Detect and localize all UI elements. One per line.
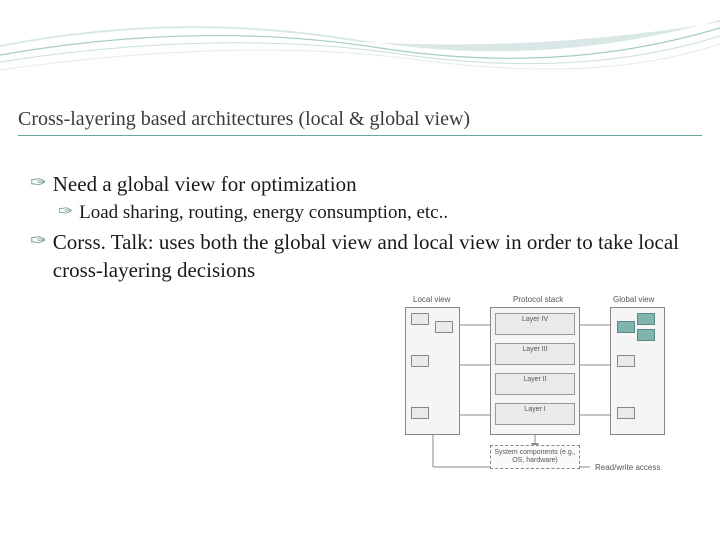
bullet-item: ✑ Load sharing, routing, energy consumpt… — [58, 200, 690, 226]
bullet-text: Load sharing, routing, energy consumptio… — [79, 200, 448, 226]
architecture-diagram: Local view Protocol stack Global view La… — [395, 295, 685, 480]
bullet-item: ✑ Corss. Talk: uses both the global view… — [30, 228, 690, 285]
bullet-marker-icon: ✑ — [58, 200, 73, 223]
slide-title: Cross-layering based architectures (loca… — [18, 108, 702, 136]
header-swoosh — [0, 0, 720, 120]
bullet-item: ✑ Need a global view for optimization — [30, 170, 690, 198]
diagram-footer-label: Read/write access — [595, 463, 660, 472]
bullet-marker-icon: ✑ — [30, 170, 47, 196]
content-area: ✑ Need a global view for optimization ✑ … — [30, 170, 690, 287]
bullet-text: Need a global view for optimization — [53, 170, 357, 198]
bullet-text: Corss. Talk: uses both the global view a… — [53, 228, 690, 285]
system-components-box: System components (e.g., OS, hardware) — [490, 445, 580, 469]
bullet-marker-icon: ✑ — [30, 228, 47, 254]
